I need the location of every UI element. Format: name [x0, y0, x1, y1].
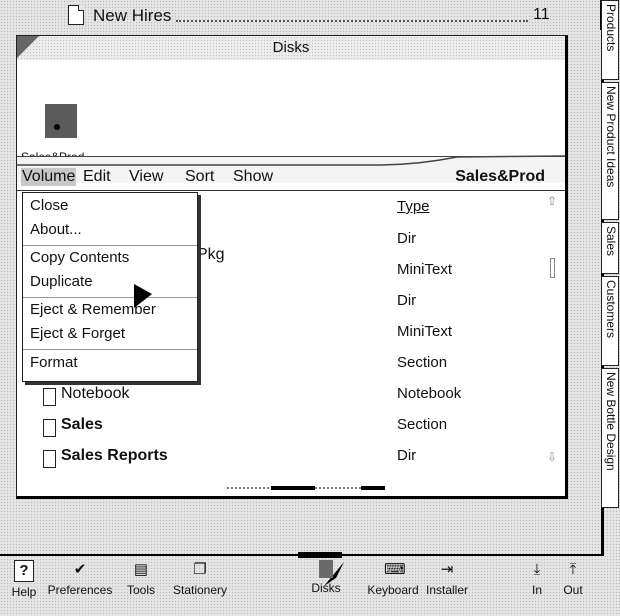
new-hires-row[interactable]: New Hires 11	[0, 0, 603, 30]
page-number: 11	[533, 6, 550, 23]
document-icon	[68, 5, 84, 25]
volume-dropdown-menu: Close About... Copy Contents Duplicate E…	[22, 192, 198, 382]
dock-help[interactable]: ? Help	[4, 560, 44, 599]
type-cell: Dir	[397, 447, 417, 464]
type-cell: Section	[397, 354, 448, 371]
menu-volume[interactable]: Volume	[21, 168, 77, 186]
menu-separator	[23, 245, 197, 246]
type-cell: Section	[397, 416, 448, 433]
type-column-header[interactable]: Type	[397, 198, 430, 215]
tab-new-bottle-design[interactable]: New Bottle Design	[601, 368, 619, 508]
window-name: Sales&Prod	[455, 168, 545, 185]
disk-icon-pane: Sales&Prod	[17, 60, 565, 164]
notebook-icon	[43, 388, 56, 406]
dotted-leader	[176, 20, 528, 22]
tab-new-product-ideas[interactable]: New Product Ideas	[601, 82, 619, 220]
outbox-arrow-icon: ⤒	[569, 561, 577, 578]
menu-item-eject-forget[interactable]: Eject & Forget	[30, 325, 125, 342]
tools-icon: ▤	[133, 561, 149, 578]
horizontal-scroll-thumb[interactable]	[271, 486, 315, 490]
dock-preferences[interactable]: ✔ Preferences	[40, 560, 120, 597]
checkmark-icon: ✔	[73, 561, 87, 578]
menu-item-close[interactable]: Close	[30, 197, 68, 214]
type-cell: Notebook	[397, 385, 462, 402]
dock-disks[interactable]: Disks	[306, 560, 346, 595]
horizontal-scroll-thumb[interactable]	[361, 486, 385, 490]
menu-item-copy-contents[interactable]: Copy Contents	[30, 249, 129, 266]
type-cell: MiniText	[397, 261, 453, 278]
section-icon	[43, 419, 56, 437]
tab-customers[interactable]: Customers	[601, 276, 619, 366]
tab-products[interactable]: Products	[601, 0, 619, 80]
row-name[interactable]: Sales Reports	[61, 447, 168, 465]
vertical-scrollbar[interactable]: ⇧ ⇩	[547, 194, 559, 464]
stationery-icon: ❐	[193, 561, 207, 578]
dock-stationery[interactable]: ❐ Stationery	[162, 560, 238, 597]
menu-sort[interactable]: Sort	[185, 168, 214, 186]
pointer-cursor-icon	[134, 284, 152, 308]
scroll-thumb[interactable]	[550, 258, 555, 278]
disk-icon	[319, 560, 333, 578]
notebook-scroll-thumb[interactable]	[298, 552, 342, 558]
document-icon	[43, 450, 56, 468]
menu-separator	[23, 297, 197, 298]
menu-item-about[interactable]: About...	[30, 221, 82, 238]
installer-icon: ⇥	[440, 561, 454, 578]
partial-name: Pkg	[197, 246, 225, 263]
menu-bar: Volume Edit View Sort Show Sales&Prod	[17, 164, 565, 191]
dock-installer[interactable]: ⇥ Installer	[416, 560, 478, 597]
type-cell: Dir	[397, 292, 417, 309]
menu-separator	[23, 349, 197, 350]
dock-in[interactable]: ⤓ In	[522, 560, 552, 597]
menu-show[interactable]: Show	[233, 168, 273, 186]
window-title: Disks	[272, 39, 310, 56]
disk-icon[interactable]	[45, 104, 77, 138]
menu-item-format[interactable]: Format	[30, 354, 78, 371]
scroll-up-arrow-icon[interactable]: ⇧	[547, 194, 557, 208]
keyboard-icon: ⌨	[384, 561, 406, 578]
inbox-arrow-icon: ⤓	[533, 561, 541, 578]
tab-sales[interactable]: Sales	[601, 222, 619, 274]
type-cell: MiniText	[397, 323, 453, 340]
pointer-cursor-icon	[66, 72, 78, 96]
menu-view[interactable]: View	[129, 168, 163, 186]
help-icon: ?	[14, 560, 34, 582]
dock-tools[interactable]: ▤ Tools	[120, 560, 162, 597]
notebook-tabs: Products New Product Ideas Sales Custome…	[601, 0, 620, 560]
menu-item-duplicate[interactable]: Duplicate	[30, 273, 93, 290]
row-name[interactable]: Sales	[61, 416, 103, 434]
menu-edit[interactable]: Edit	[83, 168, 111, 186]
new-hires-label: New Hires	[93, 6, 172, 25]
dock-out[interactable]: ⤒ Out	[556, 560, 590, 597]
scroll-down-arrow-icon[interactable]: ⇩	[547, 450, 557, 464]
window-titlebar[interactable]: Disks	[17, 36, 565, 61]
type-cell: Dir	[397, 230, 417, 247]
row-name[interactable]: Notebook	[61, 385, 130, 403]
